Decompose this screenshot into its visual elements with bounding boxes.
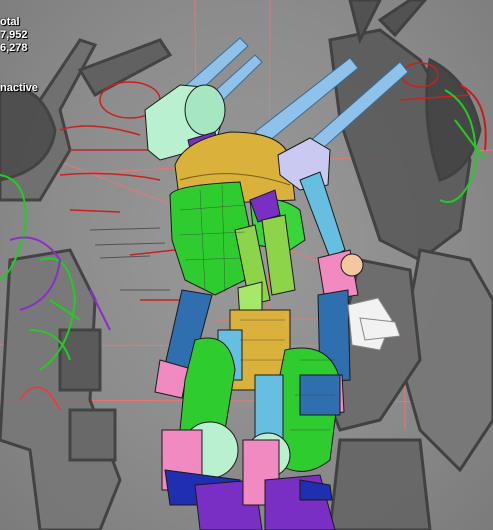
viewport-status-text: nactive: [0, 82, 38, 94]
right-leg: [242, 347, 341, 530]
polycount-stats: otal 7,952 6,278: [0, 16, 28, 55]
concept-sketch-left: [0, 38, 173, 530]
annotation-scribbles-dark: [89, 227, 170, 291]
stats-line-total: otal: [0, 16, 20, 28]
stats-line-polys: 7,952: [0, 29, 28, 41]
stats-line-verts: 6,278: [0, 42, 28, 54]
piston-legs: [234, 214, 296, 321]
3d-viewport[interactable]: otal 7,952 6,278 nactive: [0, 0, 493, 530]
viewport-scene: [0, 0, 493, 530]
